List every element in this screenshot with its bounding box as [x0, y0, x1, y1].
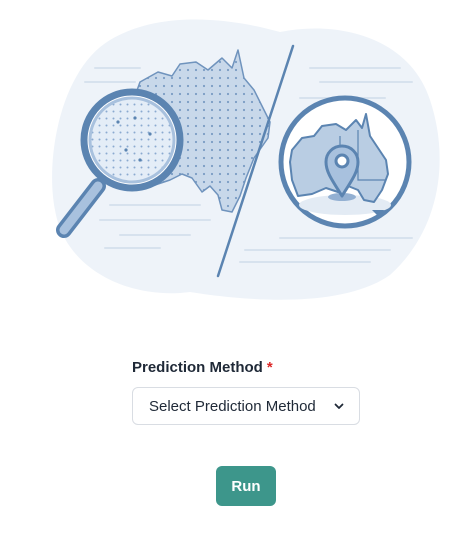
prediction-method-select[interactable]: Select Prediction Method	[132, 387, 360, 425]
hero-illustration	[40, 10, 445, 305]
required-indicator: *	[266, 358, 273, 376]
location-map-icon	[278, 95, 412, 229]
run-button[interactable]: Run	[216, 466, 276, 506]
prediction-method-select-value: Select Prediction Method	[149, 397, 316, 415]
chevron-down-icon	[333, 400, 345, 412]
prediction-method-label-text: Prediction Method	[132, 358, 263, 376]
prediction-method-label: Prediction Method *	[132, 357, 362, 377]
prediction-form: Prediction Method * Select Prediction Me…	[132, 357, 362, 425]
